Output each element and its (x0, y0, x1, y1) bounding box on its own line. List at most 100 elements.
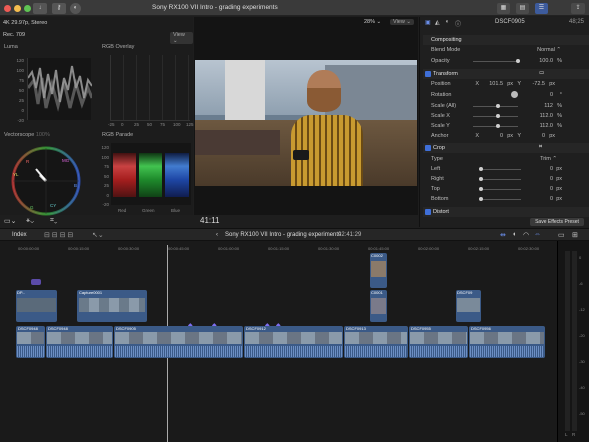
index-button[interactable]: Index (12, 232, 27, 238)
arrow-tool-button[interactable]: ↖⌄ (92, 231, 104, 239)
connected-clip-capture0001[interactable]: Capture0001 (77, 290, 147, 322)
transform-onscreen-icon[interactable]: ▭ (539, 70, 544, 76)
storyline-clip[interactable]: DSCF0948 (46, 326, 113, 358)
distort-section[interactable]: Distort (423, 207, 589, 217)
scale-y-slider-knob[interactable] (496, 124, 501, 128)
timeline-toggle[interactable]: ▤ (516, 3, 529, 14)
clip-appearance-button[interactable]: ▭⌄ (4, 217, 16, 225)
clip-appearance-icon[interactable]: ▭ (558, 231, 565, 239)
viewer-view-menu[interactable]: View ⌄ (390, 19, 414, 25)
storyline-clip[interactable]: DSCF0955 (409, 326, 468, 358)
position-x-value[interactable]: 101.5 (481, 81, 503, 87)
crop-right-value[interactable]: 0 (523, 176, 553, 182)
anchor-y-value[interactable]: 0 (523, 133, 545, 139)
import-button[interactable]: ↓ (33, 3, 47, 14)
luma-tick: 75 (18, 78, 24, 83)
crop-left-slider-knob[interactable] (479, 167, 483, 171)
storyline-clip[interactable]: DSCF0956 (469, 326, 545, 358)
position-y-value[interactable]: -72.5 (523, 81, 545, 87)
close-window-button[interactable] (4, 5, 11, 12)
camera-prop (293, 150, 309, 160)
scale-x-label: Scale X (431, 113, 450, 119)
browser-toggle[interactable]: ▦ (497, 3, 510, 14)
scale-x-slider-knob[interactable] (496, 114, 501, 118)
audio-tab-icon[interactable]: ◖ (445, 19, 449, 25)
anchor-x-value[interactable]: 0 (481, 133, 503, 139)
timeline-settings-icon[interactable]: ⊞ (572, 231, 578, 239)
connected-clip-c0002[interactable]: C0002 (370, 253, 387, 288)
parade-red (113, 153, 136, 197)
share-button[interactable]: ⇪ (571, 3, 585, 14)
clip-thumb (457, 298, 480, 312)
save-effects-preset-button[interactable]: Save Effects Preset (530, 218, 584, 226)
crop-top-value[interactable]: 0 (523, 186, 553, 192)
tools-menu-button[interactable]: ⚹⌄ (26, 217, 34, 225)
crop-top-slider-knob[interactable] (479, 187, 483, 191)
minimize-window-button[interactable] (14, 5, 21, 12)
rotation-dial[interactable] (511, 91, 518, 98)
connected-clip-dp[interactable]: DP... (16, 290, 57, 322)
transform-section[interactable]: Transform ▭ (423, 69, 589, 79)
opacity-value[interactable]: 100.0 (523, 58, 553, 64)
crop-section[interactable]: Crop ⌗ (423, 143, 589, 153)
parade-tick: 75 (103, 164, 109, 169)
scale-x-unit: % (557, 113, 562, 119)
viewer-frame[interactable] (195, 60, 417, 186)
info-tab-icon[interactable]: ⓘ (455, 19, 461, 28)
scale-all-value[interactable]: 112 (523, 103, 553, 109)
crop-bottom-slider-knob[interactable] (479, 197, 483, 201)
enhance-menu-button[interactable]: ⌗⌄ (50, 217, 57, 225)
anchor-y-label: Y (517, 133, 521, 139)
crop-checkbox[interactable] (425, 145, 431, 151)
scale-all-unit: % (557, 103, 562, 109)
crop-right-slider-knob[interactable] (479, 177, 483, 181)
transform-checkbox[interactable] (425, 71, 431, 77)
crop-left-slider[interactable] (481, 169, 521, 170)
storyline-clip[interactable]: DSCF0913 (344, 326, 408, 358)
luma-tick: 120 (16, 58, 24, 63)
ruler-tick: 00:00:45:00 (168, 246, 190, 251)
video-tab-icon[interactable]: ▣ (425, 19, 431, 26)
blend-mode-select[interactable]: Normal ⌃ (523, 47, 561, 53)
connected-clip-dscf09[interactable]: DSCF09 (456, 290, 481, 322)
vs-label-mg: MG (62, 158, 70, 163)
headphones-icon[interactable]: ◠ (523, 231, 529, 239)
snapping-icon[interactable]: ⇔ (534, 231, 541, 238)
crop-onscreen-icon[interactable]: ⌗ (539, 144, 542, 151)
keywords-button[interactable]: ⚷ (52, 3, 66, 14)
scopes-view-menu[interactable]: View ⌄ (170, 32, 193, 44)
zoom-window-button[interactable] (24, 5, 31, 12)
opacity-slider-knob[interactable] (516, 59, 520, 63)
skimming-icon[interactable]: ⇹ (500, 231, 506, 239)
crop-left-value[interactable]: 0 (523, 166, 553, 172)
timeline-back-button[interactable]: ‹ (216, 232, 218, 238)
compositing-section[interactable]: Compositing (423, 35, 589, 45)
crop-top-slider[interactable] (481, 189, 521, 190)
inspector-toggle[interactable]: ☰ (535, 3, 548, 14)
zoom-menu[interactable]: 28% ⌄ (364, 19, 381, 25)
luma-tick: 100 (16, 68, 24, 73)
rotation-value[interactable]: 0 (523, 92, 553, 98)
storyline-clip[interactable]: DSCF0948 (16, 326, 45, 358)
title-clip[interactable] (31, 279, 41, 285)
crop-bottom-slider[interactable] (481, 199, 521, 200)
scale-x-value[interactable]: 112.0 (523, 113, 553, 119)
edit-buttons[interactable]: ⊟ ⊟ ⊟ ⊟ (44, 231, 73, 239)
crop-right-slider[interactable] (481, 179, 521, 180)
layout-icon: ▭⌄ (4, 218, 17, 225)
storyline-clip[interactable]: DSCF0905 (114, 326, 243, 358)
storyline-clip[interactable]: DSCF0912 (244, 326, 343, 358)
crop-type-select[interactable]: Trim ⌃ (527, 156, 557, 162)
distort-checkbox[interactable] (425, 209, 431, 215)
scale-all-slider-knob[interactable] (496, 104, 501, 108)
color-tab-icon[interactable]: ◭ (435, 19, 440, 26)
background-tasks-button[interactable]: ◐ (70, 3, 81, 14)
rotation-row: Rotation 0 ° (423, 90, 589, 101)
position-y-unit: px (549, 81, 555, 87)
audio-skim-icon[interactable]: ◖ (512, 231, 516, 238)
primary-storyline: DSCF0948 DSCF0948 DSCF0905 DSCF0912 DSCF0913… (16, 326, 549, 358)
connected-clip-c0001[interactable]: C0001 (370, 290, 387, 322)
crop-bottom-value[interactable]: 0 (523, 196, 553, 202)
scale-y-value[interactable]: 112.0 (523, 123, 553, 129)
opacity-slider[interactable] (473, 61, 518, 62)
